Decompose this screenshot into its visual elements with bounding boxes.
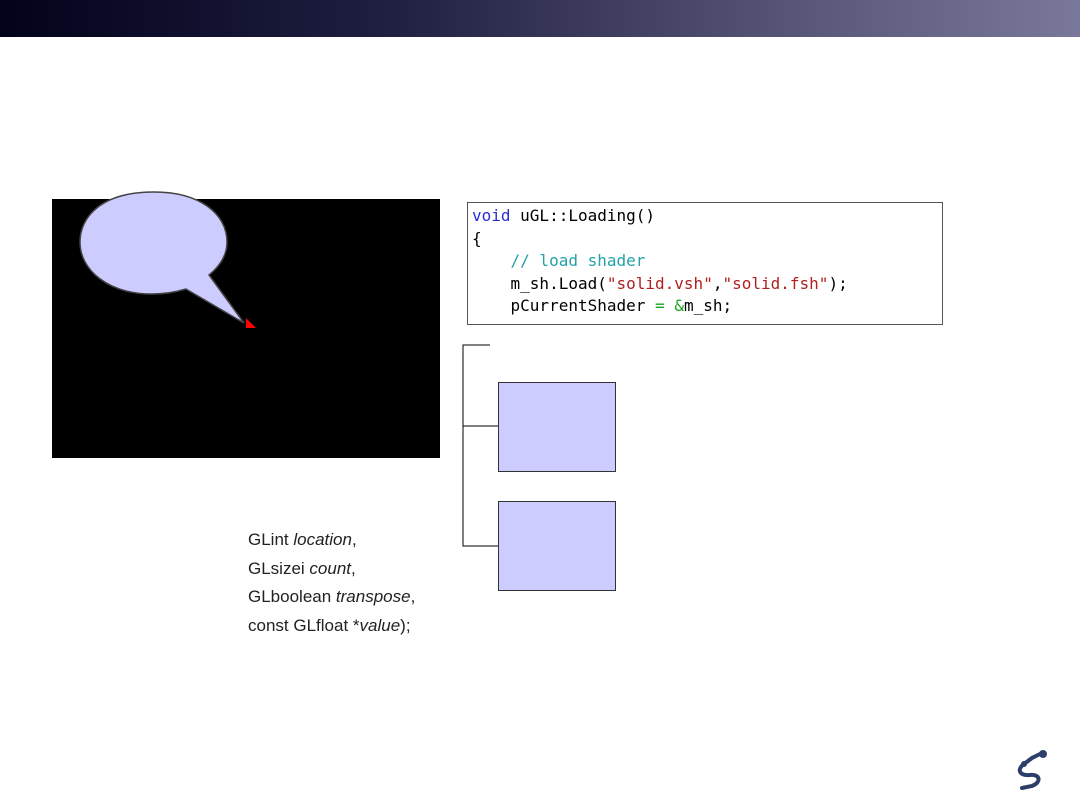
code-token: ); [828,273,848,293]
code-token: m_sh; [683,296,733,315]
parameter-name: location [293,530,352,549]
parameter-suffix: ); [400,615,411,635]
parameter-type: GLsizei [248,558,310,578]
slide-header-bar [0,0,1080,37]
code-snippet: void uGL::Loading(){ // load shader m_sh… [468,203,942,318]
code-token: "solid.vsh" [606,273,713,293]
render-output-screen [52,199,440,458]
parameter-type: const GLfloat * [248,615,360,635]
parameter-type: GLint [248,530,294,549]
function-parameters: GLint location, GLsizei count, GLboolean t… [248,526,415,640]
parameter-line: GLboolean transpose, [248,583,415,612]
code-token: = [655,296,665,315]
parameter-name: value [359,615,401,635]
parameter-line: const GLfloat *value); [248,612,415,641]
code-token: & [674,296,684,315]
code-line: { [472,228,942,251]
code-token: m_sh.Load( [472,273,607,293]
code-token: // load shader [510,251,646,270]
robot-arm-logo-icon [1017,750,1047,790]
code-token: "solid.fsh" [722,273,829,293]
placeholder-box-1 [498,382,616,472]
parameter-name: transpose [335,587,411,606]
placeholder-box-2 [498,501,616,591]
parameter-suffix: , [351,558,356,578]
code-snippet-box: void uGL::Loading(){ // load shader m_sh… [467,202,943,325]
code-line: m_sh.Load("solid.vsh","solid.fsh"); [472,273,942,296]
parameter-type: GLboolean [248,587,336,606]
code-token: { [472,228,482,248]
code-line: // load shader [472,250,942,273]
parameter-name: count [309,558,352,578]
parameter-line: GLsizei count, [248,555,415,584]
code-token: uGL::Loading() [510,206,656,225]
bracket-lines [462,344,498,547]
code-token: void [472,206,511,225]
parameter-line: GLint location, [248,526,415,555]
code-line: void uGL::Loading() [472,205,942,228]
parameter-suffix: , [410,587,416,606]
code-token: pCurrentShader [472,296,656,315]
parameter-suffix: , [351,530,357,549]
code-line: pCurrentShader = &m_sh; [472,295,942,318]
